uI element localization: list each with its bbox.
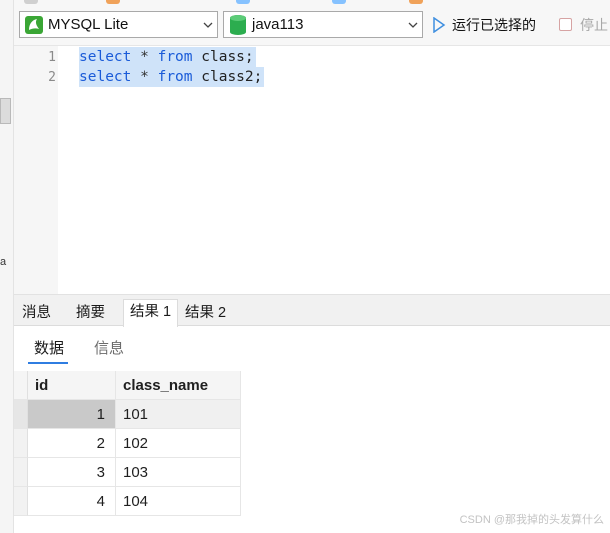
result-tab-bar: 消息 摘要 结果 1 结果 2 bbox=[14, 295, 610, 327]
sql-keyword: select bbox=[79, 69, 132, 85]
table-row[interactable]: 2 102 bbox=[14, 429, 241, 458]
table-row[interactable]: 1 101 bbox=[14, 400, 241, 429]
sql-operator: * bbox=[140, 49, 149, 65]
sql-keyword: from bbox=[157, 69, 193, 85]
result-subtabs: 数据 信息 bbox=[14, 331, 610, 365]
line-number: 1 bbox=[48, 50, 56, 65]
results-panel: 消息 摘要 结果 1 结果 2 数据 信息 id class_name 1 10… bbox=[14, 294, 610, 533]
cell-class-name[interactable]: 104 bbox=[116, 487, 241, 516]
row-header[interactable] bbox=[14, 458, 28, 487]
cell-id[interactable]: 4 bbox=[28, 487, 116, 516]
sql-operator: * bbox=[140, 69, 149, 85]
code-line-1[interactable]: select * from class; bbox=[79, 47, 256, 67]
column-header-id[interactable]: id bbox=[28, 371, 116, 400]
toolbar-top-icons-clipped bbox=[14, 0, 610, 4]
run-selected-label: 运行已选择的 bbox=[452, 16, 536, 33]
stop-button[interactable]: 停止 bbox=[559, 11, 608, 38]
panel-scroll-handle[interactable] bbox=[0, 98, 11, 124]
stop-label: 停止 bbox=[580, 16, 608, 33]
database-label: java113 bbox=[252, 16, 304, 33]
sql-keyword: from bbox=[157, 49, 193, 65]
sql-identifier: class; bbox=[201, 49, 254, 65]
connection-select[interactable]: MYSQL Lite bbox=[19, 11, 218, 38]
row-header[interactable] bbox=[14, 487, 28, 516]
mysql-dolphin-icon bbox=[25, 15, 43, 34]
grid-header-row: id class_name bbox=[14, 371, 241, 400]
table-row[interactable]: 3 103 bbox=[14, 458, 241, 487]
cell-class-name[interactable]: 101 bbox=[116, 400, 241, 429]
tab-result-1[interactable]: 结果 1 bbox=[123, 299, 179, 327]
connection-label: MYSQL Lite bbox=[48, 16, 129, 33]
row-header[interactable] bbox=[14, 429, 28, 458]
left-panel-edge: a bbox=[0, 0, 14, 533]
chevron-down-icon bbox=[199, 12, 217, 37]
tab-messages[interactable]: 消息 bbox=[16, 301, 57, 326]
cell-class-name[interactable]: 103 bbox=[116, 458, 241, 487]
row-header[interactable] bbox=[14, 400, 28, 429]
cell-id[interactable]: 2 bbox=[28, 429, 116, 458]
subtab-data[interactable]: 数据 bbox=[34, 337, 64, 358]
code-line-2[interactable]: select * from class2; bbox=[79, 67, 265, 87]
row-header-corner bbox=[14, 371, 28, 400]
watermark: CSDN @那我掉的头发算什么 bbox=[459, 514, 604, 526]
play-icon bbox=[433, 16, 446, 33]
line-number: 2 bbox=[48, 70, 56, 85]
database-select[interactable]: java113 bbox=[223, 11, 423, 38]
sql-keyword: select bbox=[79, 49, 132, 65]
query-toolbar: MYSQL Lite java113 运行已选择的 停止 bbox=[14, 0, 610, 46]
truncated-panel-text: a bbox=[0, 256, 7, 268]
column-header-class-name[interactable]: class_name bbox=[116, 371, 241, 400]
cell-class-name[interactable]: 102 bbox=[116, 429, 241, 458]
cell-id[interactable]: 1 bbox=[28, 400, 116, 429]
stop-icon bbox=[559, 18, 572, 31]
tab-result-2[interactable]: 结果 2 bbox=[179, 301, 232, 326]
table-row[interactable]: 4 104 bbox=[14, 487, 241, 516]
subtab-info[interactable]: 信息 bbox=[94, 337, 124, 358]
run-selected-button[interactable]: 运行已选择的 bbox=[432, 11, 536, 38]
active-subtab-indicator bbox=[28, 362, 68, 364]
tab-summary[interactable]: 摘要 bbox=[70, 301, 111, 326]
database-cylinder-icon bbox=[230, 14, 246, 35]
sql-identifier: class2; bbox=[201, 69, 263, 85]
chevron-down-icon bbox=[404, 12, 422, 37]
sql-editor[interactable]: 1 2 select * from class; select * from c… bbox=[14, 46, 610, 294]
cell-id[interactable]: 3 bbox=[28, 458, 116, 487]
